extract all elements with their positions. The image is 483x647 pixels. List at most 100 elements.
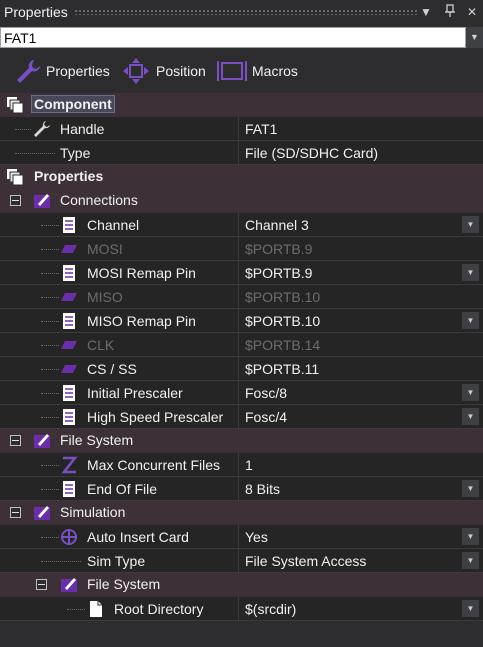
drag-grip[interactable] (74, 9, 417, 15)
position-tool-button[interactable]: Position (120, 58, 206, 84)
group-label: Connections (60, 192, 138, 208)
tree-line (41, 321, 59, 322)
list-icon (63, 385, 75, 401)
column-divider (238, 117, 239, 141)
tree-line (41, 249, 59, 250)
property-value[interactable]: Channel 3 (245, 217, 309, 233)
stack-icon (7, 97, 24, 114)
property-value[interactable]: 1 (245, 457, 253, 473)
group-label: File System (87, 576, 161, 592)
property-name: MOSI (87, 241, 123, 257)
pin-parallelogram-icon (61, 341, 77, 349)
property-value[interactable]: $PORTB.10 (245, 313, 320, 329)
pin-parallelogram-icon (61, 365, 77, 373)
property-row-root-directory[interactable]: Root Directory $(srcdir) ▼ (0, 597, 483, 621)
group-connections[interactable]: Connections (0, 189, 483, 213)
folder-wrench-icon (34, 506, 50, 520)
pin-icon[interactable] (442, 4, 458, 20)
tree-line (67, 609, 85, 610)
column-divider (238, 381, 239, 405)
category-label: Component (31, 95, 115, 113)
pin-parallelogram-icon (61, 245, 77, 253)
property-row-handle[interactable]: Handle FAT1 (0, 117, 483, 141)
folder-wrench-icon (34, 434, 50, 448)
property-row-high-speed-prescaler[interactable]: High Speed Prescaler Fosc/4 ▼ (0, 405, 483, 429)
property-row-channel[interactable]: Channel Channel 3 ▼ (0, 213, 483, 237)
selector-dropdown-button[interactable]: ▼ (466, 27, 483, 48)
property-row-initial-prescaler[interactable]: Initial Prescaler Fosc/8 ▼ (0, 381, 483, 405)
document-icon (90, 601, 102, 617)
dropdown-arrow-icon[interactable]: ▼ (462, 600, 479, 617)
property-row-sim-type[interactable]: Sim Type File System Access ▼ (0, 549, 483, 573)
property-row-mosi-remap[interactable]: MOSI Remap Pin $PORTB.9 ▼ (0, 261, 483, 285)
pin-parallelogram-icon (61, 293, 77, 301)
property-value[interactable]: Yes (245, 529, 268, 545)
group-file-system[interactable]: File System (0, 429, 483, 453)
dropdown-arrow-icon[interactable]: ▼ (462, 384, 479, 401)
tree-line (41, 393, 59, 394)
collapse-icon[interactable] (10, 435, 21, 446)
collapse-icon[interactable] (10, 195, 21, 206)
property-row-miso-remap[interactable]: MISO Remap Pin $PORTB.10 ▼ (0, 309, 483, 333)
collapse-icon[interactable] (10, 507, 21, 518)
property-name: Channel (87, 217, 140, 233)
component-selector[interactable]: FAT1 (0, 27, 466, 48)
dropdown-arrow-icon[interactable]: ▼ (462, 264, 479, 281)
tree-line (15, 153, 55, 154)
column-divider (238, 549, 239, 573)
category-component[interactable]: Component (0, 93, 483, 117)
tree-line (41, 345, 59, 346)
folder-wrench-icon (61, 578, 77, 592)
dropdown-arrow-icon[interactable]: ▼ (462, 312, 479, 329)
category-properties[interactable]: Properties (0, 165, 483, 189)
position-tool-label: Position (156, 63, 206, 79)
dropdown-arrow-icon[interactable]: ▼ (462, 480, 479, 497)
property-row-type[interactable]: Type File (SD/SDHC Card) (0, 141, 483, 165)
macros-icon (217, 61, 247, 81)
group-simulation[interactable]: Simulation (0, 501, 483, 525)
property-name: Auto Insert Card (87, 529, 189, 545)
folder-wrench-icon (34, 194, 50, 208)
property-value: $PORTB.10 (245, 289, 321, 305)
dropdown-arrow-icon[interactable]: ▼ (462, 216, 479, 233)
tree-line (41, 225, 59, 226)
property-value[interactable]: Fosc/8 (245, 385, 287, 401)
property-name: CLK (87, 337, 115, 353)
column-divider (238, 453, 239, 477)
property-name: MISO Remap Pin (87, 313, 196, 329)
tree-line (41, 417, 59, 418)
property-value[interactable]: FAT1 (245, 121, 277, 137)
column-divider (238, 357, 239, 381)
properties-tool-button[interactable]: Properties (14, 58, 110, 84)
property-name: End Of File (87, 481, 158, 497)
dropdown-arrow-icon[interactable]: ▼ (462, 552, 479, 569)
column-divider (238, 285, 239, 309)
property-row-miso: MISO $PORTB.10 (0, 285, 483, 309)
toolbar: Properties Position Macros (0, 52, 483, 90)
properties-tool-label: Properties (46, 63, 110, 79)
group-sim-file-system[interactable]: File System (0, 573, 483, 597)
collapse-icon[interactable] (36, 579, 47, 590)
property-value[interactable]: Fosc/4 (245, 409, 287, 425)
property-value[interactable]: $PORTB.11 (245, 361, 319, 377)
property-value[interactable]: 8 Bits (245, 481, 280, 497)
category-label: Properties (34, 168, 104, 184)
list-icon (63, 409, 75, 425)
macros-tool-button[interactable]: Macros (216, 58, 298, 84)
property-row-max-files[interactable]: Max Concurrent Files 1 (0, 453, 483, 477)
close-icon[interactable]: ✕ (464, 4, 480, 20)
column-divider (238, 237, 239, 261)
property-name: MOSI Remap Pin (87, 265, 196, 281)
macros-tool-label: Macros (252, 63, 298, 79)
dropdown-arrow-icon[interactable]: ▼ (462, 528, 479, 545)
property-row-auto-insert[interactable]: Auto Insert Card Yes ▼ (0, 525, 483, 549)
property-value[interactable]: $PORTB.9 (245, 265, 312, 281)
property-row-cs[interactable]: CS / SS $PORTB.11 (0, 357, 483, 381)
chevron-down-icon[interactable]: ▼ (418, 4, 434, 20)
column-divider (238, 333, 239, 357)
property-row-end-of-file[interactable]: End Of File 8 Bits ▼ (0, 477, 483, 501)
property-value[interactable]: File System Access (245, 553, 366, 569)
property-name: Type (60, 145, 91, 161)
property-value[interactable]: $(srcdir) (245, 601, 296, 617)
dropdown-arrow-icon[interactable]: ▼ (462, 408, 479, 425)
